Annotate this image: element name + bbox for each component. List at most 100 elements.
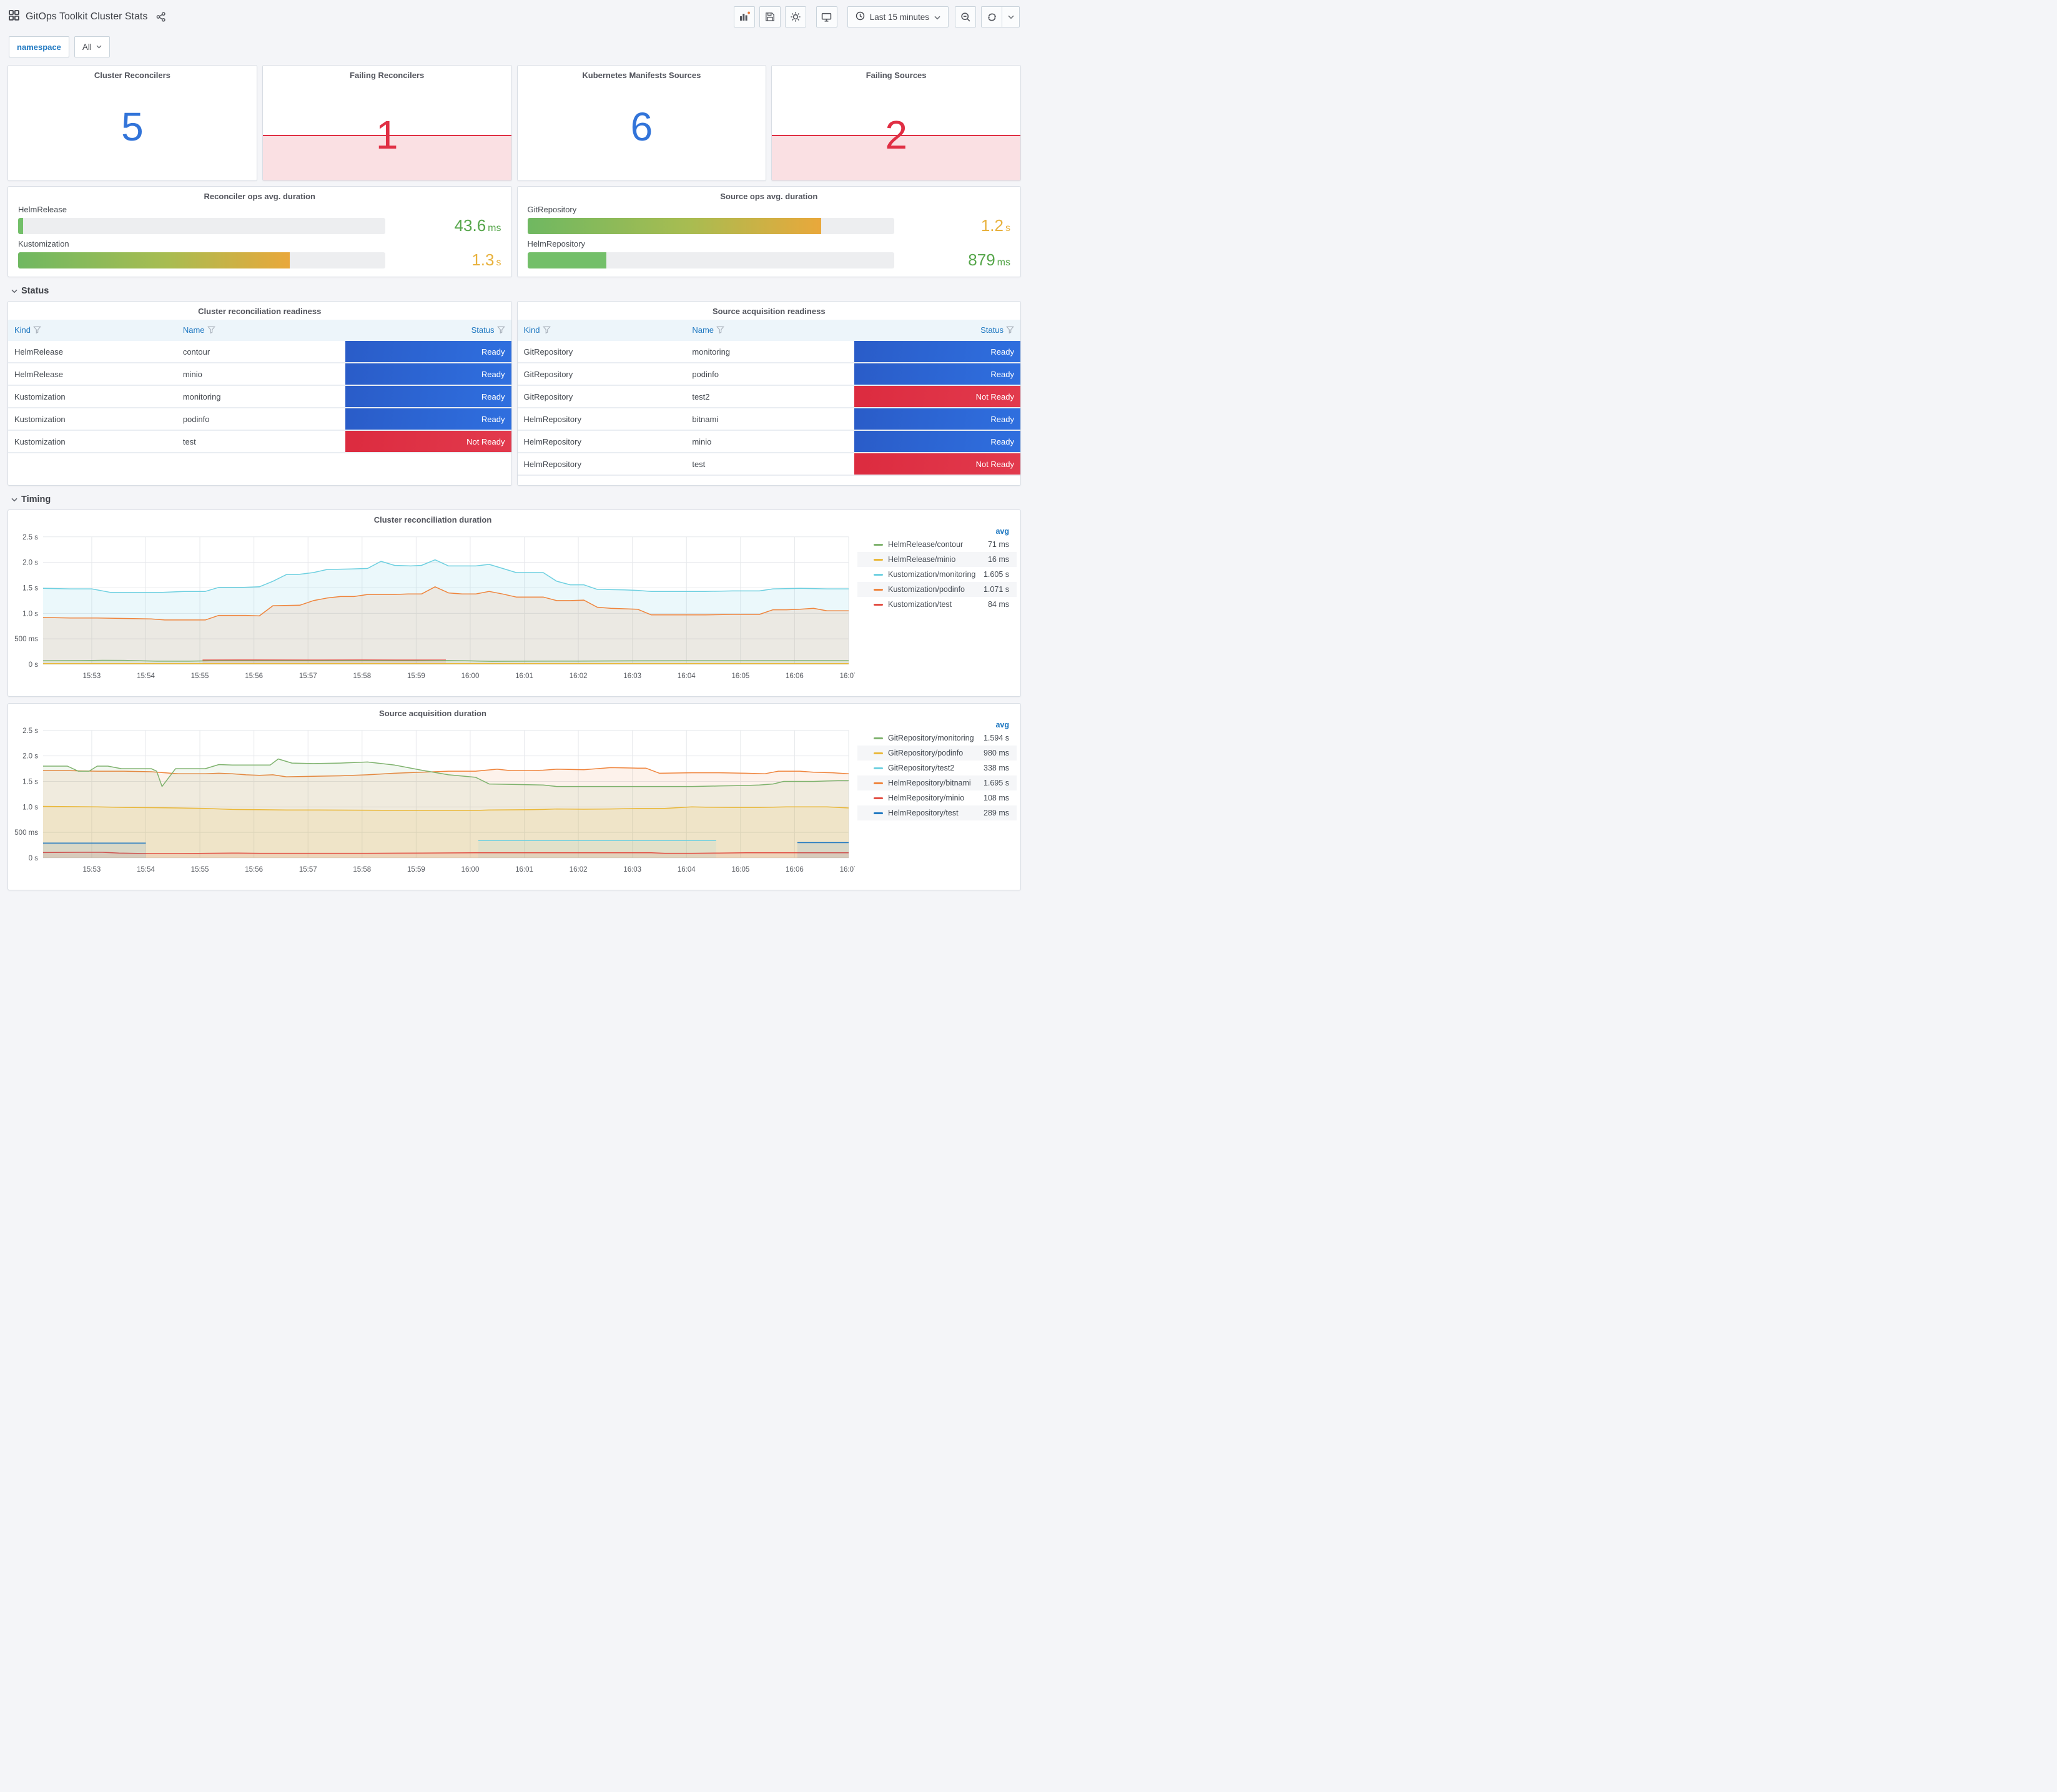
filter-funnel-icon[interactable] — [33, 326, 41, 336]
column-header-kind[interactable]: Kind — [517, 320, 686, 341]
timeseries-chart[interactable]: 15:53 15:54 15:55 15:56 15:57 15:58 15:59 16:00… — [8, 718, 855, 877]
svg-text:16:00: 16:00 — [461, 672, 480, 680]
legend-series-avg: 108 ms — [984, 794, 1009, 802]
save-dashboard-button[interactable] — [759, 6, 781, 27]
legend-series-avg: 338 ms — [984, 764, 1009, 772]
column-header-kind[interactable]: Kind — [8, 320, 177, 341]
legend-series-name[interactable]: Kustomization/monitoring — [888, 570, 975, 579]
legend-series-name[interactable]: Kustomization/podinfo — [888, 585, 965, 594]
cell-kind: HelmRepository — [517, 453, 686, 476]
stat-value: 6 — [630, 104, 653, 149]
gauge-reconciler-ops[interactable]: Reconciler ops avg. duration HelmRelease… — [7, 186, 512, 277]
time-range-picker[interactable]: Last 15 minutes — [847, 6, 949, 27]
stat-failing-reconcilers[interactable]: Failing Reconcilers 1 — [262, 65, 512, 181]
gauge-bar — [527, 217, 821, 234]
column-header-name[interactable]: Name — [176, 320, 345, 341]
time-range-label: Last 15 minutes — [869, 12, 929, 22]
table-row: HelmRepository bitnami Ready — [517, 408, 1020, 431]
section-row-status[interactable]: Status — [11, 286, 1028, 296]
refresh-icon[interactable] — [981, 6, 1002, 27]
timeseries-chart[interactable]: 15:53 15:54 15:55 15:56 15:57 15:58 15:59 16:00… — [8, 524, 855, 683]
tv-kiosk-button[interactable] — [816, 6, 837, 27]
filter-funnel-icon[interactable] — [542, 326, 551, 336]
stats-row: Cluster Reconcilers 5 Failing Reconciler… — [7, 65, 1021, 181]
gauge-value: 1.3 s — [471, 250, 501, 269]
filter-funnel-icon[interactable] — [496, 326, 505, 336]
legend-series-name[interactable]: GitRepository/podinfo — [888, 749, 963, 757]
cell-kind: GitRepository — [517, 341, 686, 363]
legend-item[interactable]: HelmRepository/bitnami 1.695 s — [857, 775, 1017, 790]
legend-item[interactable]: GitRepository/podinfo 980 ms — [857, 746, 1017, 761]
legend-series-name[interactable]: HelmRepository/bitnami — [888, 779, 971, 787]
legend-item[interactable]: HelmRelease/minio 16 ms — [857, 552, 1017, 567]
gauge-bar — [18, 252, 290, 268]
panel-title: Kubernetes Manifests Sources — [582, 71, 701, 80]
cell-name: test — [686, 453, 855, 476]
timeseries-plot[interactable]: 15:53 15:54 15:55 15:56 15:57 15:58 15:59 16:00… — [8, 718, 857, 890]
timeseries-plot[interactable]: 15:53 15:54 15:55 15:56 15:57 15:58 15:59 16:00… — [8, 524, 857, 696]
cell-kind: Kustomization — [8, 385, 177, 408]
cell-name: minio — [686, 430, 855, 453]
variable-namespace-select[interactable]: All — [74, 36, 110, 57]
legend-series-name[interactable]: HelmRelease/minio — [888, 555, 955, 564]
status-badge: Ready — [854, 363, 1020, 385]
zoom-out-button[interactable] — [955, 6, 976, 27]
gauge-bar — [527, 252, 606, 268]
legend-item[interactable]: GitRepository/monitoring 1.594 s — [857, 731, 1017, 746]
svg-text:16:01: 16:01 — [515, 866, 533, 874]
status-badge: Ready — [854, 431, 1020, 452]
legend-item[interactable]: Kustomization/monitoring 1.605 s — [857, 567, 1017, 582]
svg-text:2.0 s: 2.0 s — [22, 753, 38, 761]
legend-item[interactable]: HelmRepository/test 289 ms — [857, 805, 1017, 820]
chevron-down-icon — [11, 286, 17, 296]
share-icon[interactable] — [156, 12, 166, 22]
legend-avg-header: avg — [995, 721, 1009, 729]
legend-series-name[interactable]: Kustomization/test — [888, 600, 952, 609]
table-row: Kustomization test Not Ready — [8, 430, 511, 453]
clock-icon — [856, 11, 865, 22]
column-header-name[interactable]: Name — [686, 320, 855, 341]
legend-series-avg: 71 ms — [987, 540, 1009, 549]
section-row-timing[interactable]: Timing — [11, 495, 1028, 505]
stat-value: 2 — [885, 112, 907, 158]
svg-text:16:06: 16:06 — [786, 866, 804, 874]
cell-status: Ready — [854, 341, 1020, 363]
legend-series-name[interactable]: GitRepository/test2 — [888, 764, 954, 772]
add-panel-button[interactable] — [733, 6, 755, 27]
legend-series-swatch — [874, 588, 883, 591]
legend-series-avg: 84 ms — [987, 600, 1009, 609]
legend-series-name[interactable]: GitRepository/monitoring — [888, 734, 974, 742]
settings-gear-icon[interactable] — [784, 6, 806, 27]
stat-cluster-reconcilers[interactable]: Cluster Reconcilers 5 — [7, 65, 257, 181]
refresh-interval-dropdown[interactable] — [1002, 6, 1020, 27]
legend-series-name[interactable]: HelmRelease/contour — [888, 540, 963, 549]
legend-series-name[interactable]: HelmRepository/minio — [888, 794, 964, 802]
variable-namespace-label: namespace — [9, 36, 69, 57]
gauge-label: HelmRepository — [527, 239, 585, 249]
column-header-status[interactable]: Status — [345, 320, 511, 341]
svg-text:15:56: 15:56 — [245, 672, 263, 680]
stat-failing-sources[interactable]: Failing Sources 2 — [771, 65, 1021, 181]
cell-name: podinfo — [176, 408, 345, 431]
stat-kubernetes-manifests-sources[interactable]: Kubernetes Manifests Sources 6 — [516, 65, 767, 181]
svg-text:16:02: 16:02 — [570, 672, 588, 680]
table-row: GitRepository test2 Not Ready — [517, 385, 1020, 408]
column-header-status[interactable]: Status — [854, 320, 1020, 341]
legend-item[interactable]: HelmRepository/minio 108 ms — [857, 790, 1017, 805]
status-badge: Not Ready — [345, 431, 511, 452]
section-title: Timing — [21, 495, 51, 505]
filter-funnel-icon[interactable] — [716, 326, 724, 336]
submenu: namespace All — [9, 36, 1020, 57]
legend-item[interactable]: Kustomization/test 84 ms — [857, 597, 1017, 612]
legend-item[interactable]: HelmRelease/contour 71 ms — [857, 537, 1017, 552]
cell-kind: HelmRelease — [8, 363, 177, 386]
legend-item[interactable]: Kustomization/podinfo 1.071 s — [857, 582, 1017, 597]
panel-title: Reconciler ops avg. duration — [204, 192, 315, 201]
svg-text:15:54: 15:54 — [137, 866, 155, 874]
filter-funnel-icon[interactable] — [207, 326, 215, 336]
legend-series-name[interactable]: HelmRepository/test — [888, 809, 959, 817]
gauge-source-ops[interactable]: Source ops avg. duration GitRepository 1… — [516, 186, 1021, 277]
legend-item[interactable]: GitRepository/test2 338 ms — [857, 761, 1017, 775]
filter-funnel-icon[interactable] — [1006, 326, 1014, 336]
gauge-row: HelmRepository 879 ms — [527, 239, 1010, 270]
